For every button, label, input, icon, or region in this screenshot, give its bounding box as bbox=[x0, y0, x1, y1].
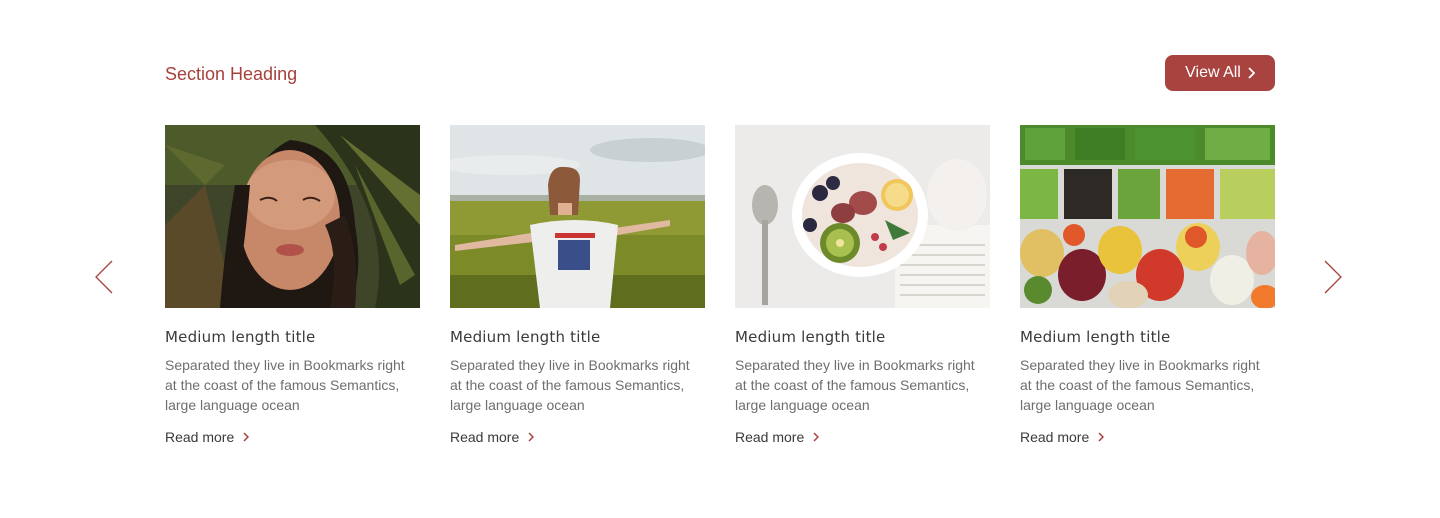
view-all-label: View All bbox=[1185, 64, 1241, 81]
card: Medium length title Separated they live … bbox=[165, 125, 420, 447]
read-more-label: Read more bbox=[450, 429, 520, 445]
card-image[interactable] bbox=[165, 125, 420, 308]
card: Medium length title Separated they live … bbox=[735, 125, 990, 447]
card-title: Medium length title bbox=[1020, 328, 1171, 346]
carousel-next-arrow[interactable] bbox=[1322, 258, 1344, 296]
chevron-right-icon bbox=[243, 432, 250, 442]
card-title: Medium length title bbox=[165, 328, 316, 346]
chevron-left-icon bbox=[95, 260, 113, 294]
read-more-link[interactable]: Read more bbox=[735, 429, 820, 445]
card-description: Separated they live in Bookmarks right a… bbox=[165, 357, 405, 413]
card-description: Separated they live in Bookmarks right a… bbox=[1020, 357, 1260, 413]
card: Medium length title Separated they live … bbox=[450, 125, 705, 447]
card-description: Separated they live in Bookmarks right a… bbox=[735, 357, 975, 413]
read-more-link[interactable]: Read more bbox=[165, 429, 250, 445]
chevron-right-icon bbox=[1324, 260, 1342, 294]
read-more-label: Read more bbox=[735, 429, 805, 445]
carousel-prev-arrow[interactable] bbox=[93, 258, 115, 296]
chevron-right-icon bbox=[813, 432, 820, 442]
card: Medium length title Separated they live … bbox=[1020, 125, 1275, 447]
read-more-link[interactable]: Read more bbox=[1020, 429, 1105, 445]
chevron-right-icon bbox=[528, 432, 535, 442]
section-heading: Section Heading bbox=[165, 64, 298, 84]
content-carousel-section: Section Heading View All Medium length t… bbox=[0, 0, 1440, 518]
read-more-link[interactable]: Read more bbox=[450, 429, 535, 445]
card-title: Medium length title bbox=[735, 328, 886, 346]
card-image[interactable] bbox=[735, 125, 990, 308]
chevron-right-icon bbox=[1098, 432, 1105, 442]
card-description: Separated they live in Bookmarks right a… bbox=[450, 357, 690, 413]
read-more-label: Read more bbox=[165, 429, 235, 445]
card-title: Medium length title bbox=[450, 328, 601, 346]
read-more-label: Read more bbox=[1020, 429, 1090, 445]
card-image[interactable] bbox=[450, 125, 705, 308]
view-all-button[interactable]: View All bbox=[1165, 55, 1275, 91]
card-image[interactable] bbox=[1020, 125, 1275, 308]
chevron-right-icon bbox=[1248, 67, 1255, 79]
